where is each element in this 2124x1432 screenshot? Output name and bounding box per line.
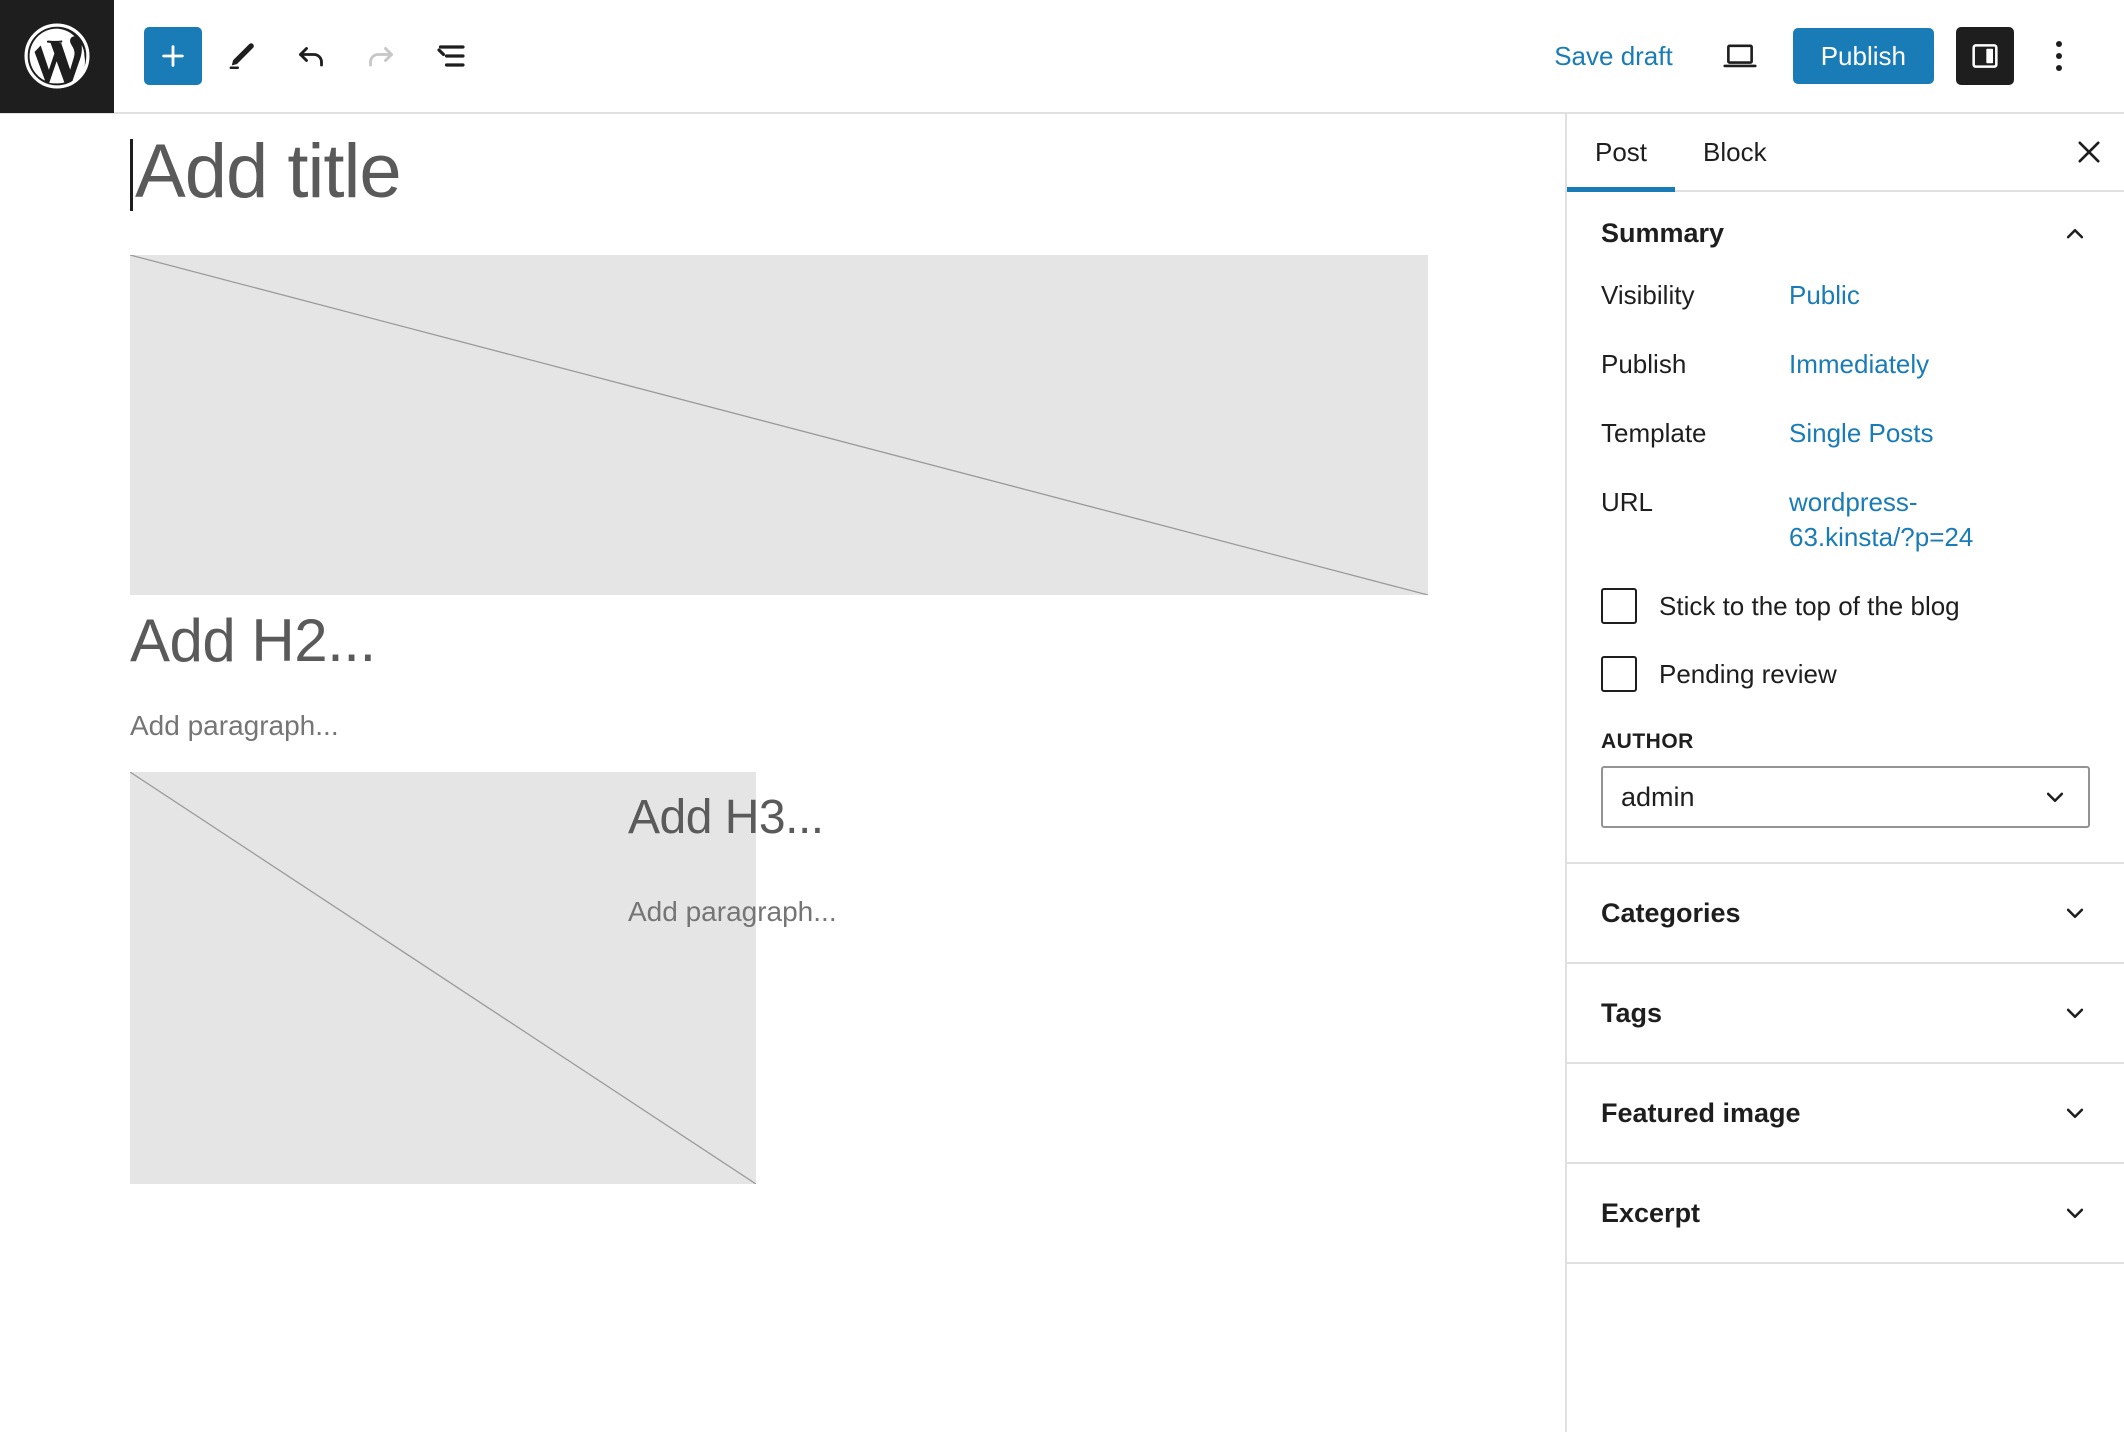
settings-sidebar: Post Block Summary Visibility Public Pub…: [1565, 114, 2124, 1432]
sidebar-tab-bar: Post Block: [1567, 114, 2124, 192]
chevron-down-icon: [2060, 998, 2090, 1028]
close-icon: [2072, 135, 2106, 169]
panel-featured-image-label: Featured image: [1601, 1097, 1801, 1128]
sticky-checkbox-row[interactable]: Stick to the top of the blog: [1601, 572, 2090, 640]
document-outline-icon: [433, 41, 469, 71]
author-select[interactable]: admin: [1601, 766, 2090, 829]
redo-button[interactable]: [350, 25, 412, 87]
panel-tags-label: Tags: [1601, 997, 1663, 1028]
image-placeholder-diagonal-icon: [130, 255, 1428, 595]
editor-content: Add title Add H2... Add paragraph... Add…: [0, 114, 1565, 1432]
kebab-menu-icon: [2056, 41, 2062, 47]
panel-categories-label: Categories: [1601, 897, 1741, 928]
post-title-input[interactable]: Add title: [130, 124, 402, 219]
chevron-down-icon: [2060, 1098, 2090, 1128]
editor-options-button[interactable]: [2036, 27, 2082, 85]
sticky-checkbox-label: Stick to the top of the blog: [1659, 590, 1960, 621]
author-select-value: admin: [1621, 781, 1695, 812]
summary-panel: Summary Visibility Public Publish Immedi…: [1567, 192, 2124, 865]
kebab-menu-icon: [2056, 65, 2062, 71]
settings-sidebar-toggle-button[interactable]: [1956, 27, 2014, 85]
publish-value-button[interactable]: Immediately: [1789, 347, 1929, 382]
kebab-menu-icon: [2056, 53, 2062, 59]
pending-review-checkbox[interactable]: [1601, 656, 1637, 693]
wordpress-logo-icon: [22, 21, 92, 91]
editor-toolbar: Save draft Publish: [0, 0, 2124, 114]
summary-row-url: URL wordpress-63.kinsta/?p=24: [1601, 468, 2090, 572]
summary-panel-title: Summary: [1601, 218, 1725, 248]
close-sidebar-button[interactable]: [2054, 114, 2124, 190]
editor-canvas[interactable]: Add title Add H2... Add paragraph... Add…: [0, 114, 1565, 1432]
chevron-up-icon: [2060, 219, 2090, 249]
visibility-label: Visibility: [1601, 280, 1695, 310]
redo-arrow-icon: [363, 38, 399, 74]
panel-excerpt[interactable]: Excerpt: [1567, 1164, 2124, 1265]
undo-arrow-icon: [293, 38, 329, 74]
summary-row-publish: Publish Immediately: [1601, 330, 2090, 399]
author-field-label: AUTHOR: [1601, 730, 1694, 754]
image-block-placeholder-1[interactable]: [130, 255, 1428, 595]
url-value-button[interactable]: wordpress-63.kinsta/?p=24: [1789, 485, 2039, 555]
toolbar-right-group: Save draft Publish: [1540, 25, 2124, 87]
publish-button[interactable]: Publish: [1792, 28, 1934, 84]
tab-post[interactable]: Post: [1567, 114, 1676, 192]
panel-categories[interactable]: Categories: [1567, 864, 2124, 965]
add-block-button[interactable]: [144, 27, 202, 85]
panel-featured-image[interactable]: Featured image: [1567, 1064, 2124, 1165]
visibility-value-button[interactable]: Public: [1789, 278, 1860, 313]
chevron-down-icon: [2060, 898, 2090, 928]
template-label: Template: [1601, 418, 1707, 449]
pending-review-checkbox-row[interactable]: Pending review: [1601, 640, 2090, 708]
chevron-down-icon: [2040, 782, 2070, 812]
toolbar-left-group: [114, 25, 482, 87]
wordpress-block-editor: Save draft Publish Add title Add H2... A…: [0, 0, 2124, 1432]
pencil-icon: [224, 39, 258, 73]
chevron-down-icon: [2060, 1198, 2090, 1228]
publish-label: Publish: [1601, 349, 1687, 380]
panel-tags[interactable]: Tags: [1567, 964, 2124, 1065]
sticky-checkbox[interactable]: [1601, 588, 1637, 625]
wordpress-logo-button[interactable]: [0, 0, 114, 113]
text-caret: [130, 139, 133, 211]
heading2-block[interactable]: Add H2...: [130, 606, 376, 675]
plus-icon: [157, 40, 189, 72]
settings-panel-icon: [1969, 40, 2001, 72]
heading3-block[interactable]: Add H3...: [628, 790, 824, 845]
undo-button[interactable]: [280, 25, 342, 87]
tab-block[interactable]: Block: [1675, 114, 1795, 190]
template-value-button[interactable]: Single Posts: [1789, 416, 1934, 451]
tools-pencil-button[interactable]: [210, 25, 272, 87]
preview-button[interactable]: [1709, 25, 1771, 87]
editor-body: Add title Add H2... Add paragraph... Add…: [0, 114, 2124, 1432]
post-title-placeholder: Add title: [135, 129, 402, 214]
pending-review-checkbox-label: Pending review: [1659, 658, 1837, 689]
paragraph-block-1[interactable]: Add paragraph...: [130, 710, 339, 742]
summary-row-template: Template Single Posts: [1601, 399, 2090, 468]
panel-excerpt-label: Excerpt: [1601, 1197, 1701, 1228]
list-view-button[interactable]: [420, 25, 482, 87]
url-label: URL: [1601, 487, 1654, 518]
desktop-preview-icon: [1720, 40, 1760, 72]
paragraph-block-2[interactable]: Add paragraph...: [628, 896, 837, 928]
summary-panel-header[interactable]: Summary: [1601, 218, 2090, 249]
save-draft-button[interactable]: Save draft: [1540, 31, 1687, 82]
sidebar-scroll-area[interactable]: Summary Visibility Public Publish Immedi…: [1567, 192, 2124, 1432]
summary-row-visibility: Visibility Public: [1601, 261, 2090, 330]
